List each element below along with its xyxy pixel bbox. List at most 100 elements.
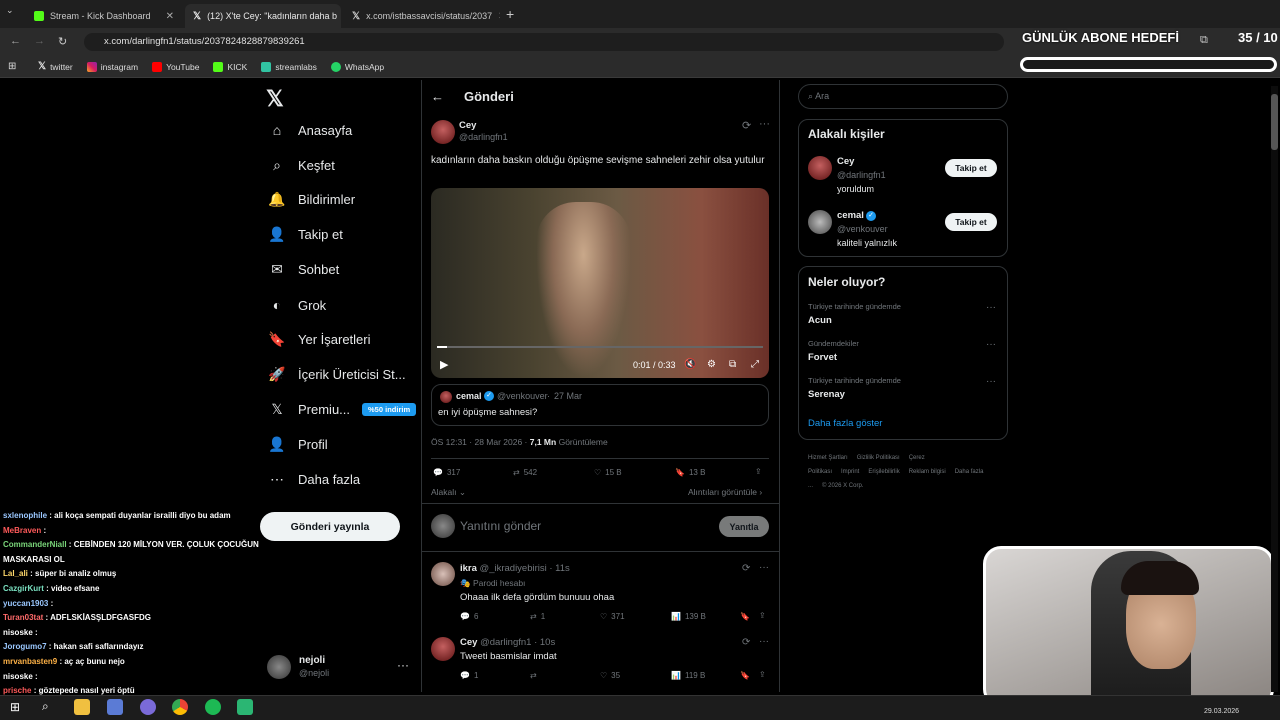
scrollbar[interactable] bbox=[1271, 86, 1278, 692]
tab-search-icon[interactable]: ⌄ bbox=[6, 5, 14, 16]
windows-start-icon[interactable]: ⊞ bbox=[10, 700, 20, 714]
more-icon[interactable]: ··· bbox=[759, 118, 770, 130]
footer-link[interactable]: Hizmet Şartları bbox=[808, 455, 848, 461]
reply-action[interactable]: 💬 317 bbox=[433, 468, 460, 477]
footer-link[interactable]: Reklam bilgisi bbox=[909, 469, 946, 475]
follow-button[interactable]: Takip et bbox=[945, 159, 997, 177]
share-icon[interactable]: ⇪ bbox=[755, 467, 762, 476]
fullscreen-icon[interactable]: ⤢ bbox=[751, 359, 759, 370]
search-input[interactable]: ⌕ Ara bbox=[798, 84, 1008, 109]
nav-item-10[interactable]: ⋯ Daha fazla bbox=[268, 471, 360, 488]
nav-item-2[interactable]: 🔔 Bildirimler bbox=[268, 191, 355, 208]
avatar[interactable] bbox=[431, 120, 455, 144]
repost-action[interactable]: ⇄ bbox=[530, 671, 541, 680]
play-icon[interactable]: ▶ bbox=[440, 358, 448, 371]
trend-name[interactable]: Acun bbox=[808, 315, 832, 326]
bookmark-youtube[interactable]: YouTube bbox=[152, 61, 199, 72]
nav-item-9[interactable]: 👤 Profil bbox=[268, 436, 327, 453]
mute-icon[interactable]: 🔇 bbox=[684, 359, 696, 370]
settings-icon[interactable]: ⚙ bbox=[707, 359, 716, 370]
app-icon[interactable] bbox=[237, 699, 253, 715]
new-tab-icon[interactable]: + bbox=[506, 6, 514, 22]
url-input[interactable]: x.com/darlingfn1/status/2037824828879839… bbox=[84, 33, 1004, 51]
reload-icon[interactable]: ↻ bbox=[58, 35, 67, 48]
nav-item-8[interactable]: 𝕏 Premiu... %50 indirim bbox=[268, 401, 417, 418]
back-icon[interactable]: ← bbox=[431, 89, 444, 104]
views-action[interactable]: 📊 119 B bbox=[671, 671, 705, 680]
trend-name[interactable]: Serenay bbox=[808, 389, 845, 400]
apps-icon[interactable]: ⊞ bbox=[8, 61, 16, 72]
person-name[interactable]: cemal bbox=[837, 210, 864, 221]
forward-icon[interactable]: → bbox=[34, 35, 45, 47]
avatar[interactable] bbox=[431, 562, 455, 586]
footer-link[interactable]: © 2026 X Corp. bbox=[822, 483, 863, 489]
trend-name[interactable]: Forvet bbox=[808, 352, 837, 363]
grok-icon[interactable]: ⟳ bbox=[742, 637, 750, 648]
like-action[interactable]: ♡ 35 bbox=[600, 671, 620, 680]
more-icon[interactable]: ··· bbox=[986, 376, 996, 387]
bookmark-whatsapp[interactable]: WhatsApp bbox=[330, 61, 384, 72]
bookmark-icon[interactable]: 🔖 bbox=[740, 671, 750, 680]
bookmark-action[interactable]: 🔖 13 B bbox=[675, 468, 705, 477]
footer-link[interactable]: Imprint bbox=[841, 469, 859, 475]
nav-item-6[interactable]: 🔖 Yer İşaretleri bbox=[268, 331, 370, 348]
avatar[interactable] bbox=[808, 156, 832, 180]
views-action[interactable]: 📊 139 B bbox=[671, 612, 706, 621]
nav-item-4[interactable]: ✉ Sohbet bbox=[268, 261, 339, 278]
chrome-icon[interactable] bbox=[172, 699, 188, 715]
nav-item-7[interactable]: 🚀 İçerik Üreticisi St... bbox=[268, 366, 405, 383]
extensions-icon[interactable]: ⧉ bbox=[1200, 34, 1208, 47]
more-icon[interactable]: ··· bbox=[759, 636, 769, 647]
bookmark-kick[interactable]: KICK bbox=[213, 61, 247, 72]
avatar[interactable] bbox=[431, 637, 455, 661]
tab-x-post[interactable]: 𝕏 (12) X'te Cey: "kadınların daha b ✕ bbox=[185, 4, 341, 28]
more-icon[interactable]: ··· bbox=[986, 302, 996, 313]
footer-link[interactable]: Erişilebilirlik bbox=[868, 469, 899, 475]
bookmark-twitter[interactable]: 𝕏twitter bbox=[38, 61, 73, 72]
view-quotes-link[interactable]: Alıntıları görüntüle › bbox=[688, 487, 762, 497]
x-logo-icon[interactable]: 𝕏 bbox=[266, 86, 284, 112]
app-icon[interactable] bbox=[107, 699, 123, 715]
bookmark-streamlabs[interactable]: streamlabs bbox=[261, 61, 317, 72]
video-player[interactable]: ▶ 0:01 / 0:33 🔇 ⚙ ⧉ ⤢ bbox=[431, 188, 769, 378]
like-action[interactable]: ♡ 15 B bbox=[594, 468, 622, 477]
more-icon[interactable]: ··· bbox=[397, 658, 409, 672]
close-icon[interactable]: ✕ bbox=[166, 11, 174, 22]
reply-input[interactable]: Yanıtını gönder bbox=[460, 519, 541, 533]
post-handle[interactable]: @darlingfn1 bbox=[459, 132, 508, 142]
pip-icon[interactable]: ⧉ bbox=[729, 359, 736, 370]
relevance-dropdown[interactable]: Alakalı ⌄ bbox=[431, 487, 466, 498]
tab-x-status[interactable]: 𝕏 x.com/istbassavcisi/status/2037 ✕ bbox=[344, 4, 500, 28]
follow-button[interactable]: Takip et bbox=[945, 213, 997, 231]
show-more-link[interactable]: Daha fazla göster bbox=[808, 418, 882, 429]
quoted-post[interactable] bbox=[431, 384, 769, 426]
post-author[interactable]: Cey bbox=[459, 120, 476, 131]
nav-item-5[interactable]: ◐ Grok bbox=[268, 297, 326, 313]
scrollbar-thumb[interactable] bbox=[1271, 94, 1278, 150]
nav-item-0[interactable]: ⌂ Anasayfa bbox=[268, 122, 352, 138]
avatar[interactable] bbox=[808, 210, 832, 234]
reply-author[interactable]: Cey bbox=[460, 637, 477, 648]
grok-icon[interactable]: ⟳ bbox=[742, 119, 751, 132]
bookmark-icon[interactable]: 🔖 bbox=[740, 612, 750, 621]
back-icon[interactable]: ← bbox=[10, 35, 21, 47]
nav-item-1[interactable]: ⌕ Keşfet bbox=[268, 157, 335, 174]
repost-action[interactable]: ⇄ 1 bbox=[530, 612, 545, 621]
bookmark-instagram[interactable]: instagram bbox=[86, 61, 138, 72]
reply-action[interactable]: 💬 1 bbox=[460, 671, 478, 680]
video-progress-track[interactable] bbox=[437, 346, 763, 348]
footer-link[interactable]: Gizlilik Politikası bbox=[857, 455, 900, 461]
reply-button[interactable]: Yanıtla bbox=[719, 516, 769, 537]
spotify-icon[interactable] bbox=[205, 699, 221, 715]
file-explorer-icon[interactable] bbox=[74, 699, 90, 715]
nav-item-3[interactable]: 👤 Takip et bbox=[268, 226, 343, 243]
share-icon[interactable]: ⇪ bbox=[759, 670, 766, 679]
person-name[interactable]: Cey bbox=[837, 156, 854, 167]
like-action[interactable]: ♡ 371 bbox=[600, 612, 625, 621]
search-icon[interactable]: ⌕ bbox=[42, 699, 49, 714]
more-icon[interactable]: ··· bbox=[986, 339, 996, 350]
reply-action[interactable]: 💬 6 bbox=[460, 612, 478, 621]
repost-action[interactable]: ⇄ 542 bbox=[513, 468, 537, 477]
close-icon[interactable]: ✕ bbox=[498, 11, 500, 22]
discord-icon[interactable] bbox=[140, 699, 156, 715]
